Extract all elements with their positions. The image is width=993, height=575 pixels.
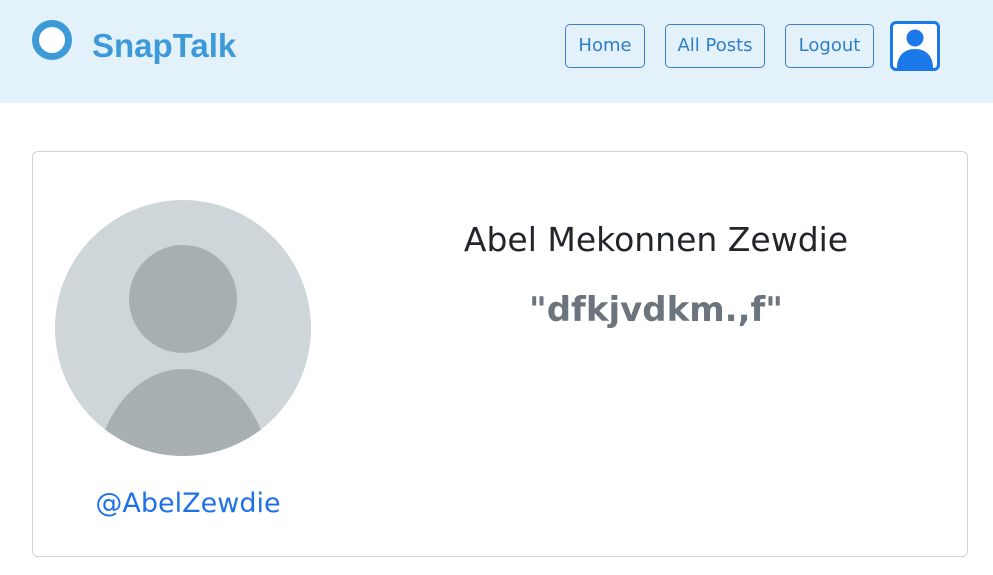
home-button[interactable]: Home <box>565 24 645 68</box>
ring-logo-icon[interactable] <box>32 20 72 60</box>
username-link[interactable]: @AbelZewdie <box>33 485 343 523</box>
navbar: SnapTalk Home All Posts Logout <box>0 0 993 103</box>
profile-button[interactable] <box>890 21 940 71</box>
default-avatar-icon <box>55 200 311 456</box>
profile-full-name: Abel Mekonnen Zewdie <box>463 220 849 259</box>
avatar <box>55 200 311 456</box>
brand-name[interactable]: SnapTalk <box>92 25 236 67</box>
all-posts-button[interactable]: All Posts <box>665 24 765 68</box>
logout-button[interactable]: Logout <box>785 24 874 68</box>
profile-bio: "dfkjvdkm.,f" <box>529 290 783 330</box>
user-icon <box>897 29 933 68</box>
profile-card: @AbelZewdie Abel Mekonnen Zewdie "dfkjvd… <box>32 151 968 557</box>
